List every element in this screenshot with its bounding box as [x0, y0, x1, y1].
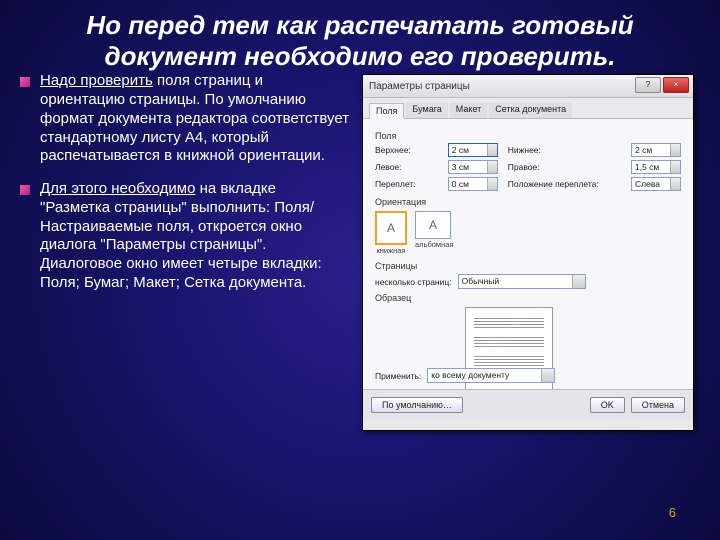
- bullet-text: Для этого необходимо на вкладке "Разметк…: [40, 180, 350, 293]
- default-button[interactable]: По умолчанию…: [371, 397, 463, 413]
- orientation-options: A книжная A альбомная: [375, 211, 681, 255]
- dialog-titlebar[interactable]: Параметры страницы ? ×: [363, 75, 693, 98]
- window-buttons: ? ×: [635, 77, 689, 93]
- apply-row: Применить: ко всему документу: [375, 368, 555, 383]
- orientation-portrait[interactable]: A книжная: [375, 211, 407, 255]
- input-gutter[interactable]: 0 см: [448, 177, 498, 191]
- pages-group-label: Страницы: [375, 261, 681, 271]
- bullet-icon: [20, 185, 30, 195]
- dialog-button-bar: По умолчанию… OK Отмена: [363, 389, 693, 420]
- margins-group-label: Поля: [375, 131, 681, 141]
- content-row: Надо проверить поля страниц и ориентацию…: [0, 72, 720, 306]
- orientation-group-label: Ориентация: [375, 197, 681, 207]
- cancel-button[interactable]: Отмена: [631, 397, 685, 413]
- multiple-pages-combo[interactable]: Обычный: [458, 274, 586, 289]
- margins-grid: Верхнее: 2 см Нижнее: 2 см Левое: 3 см П…: [375, 143, 681, 191]
- bullet-lead: Надо проверить: [40, 72, 153, 89]
- input-left-margin[interactable]: 3 см: [448, 160, 498, 174]
- bullet-item: Надо проверить поля страниц и ориентацию…: [20, 72, 350, 166]
- label-bottom-margin: Нижнее:: [508, 145, 621, 155]
- dialog-panel: Поля Верхнее: 2 см Нижнее: 2 см Левое: 3…: [363, 119, 693, 420]
- multiple-pages-label: несколько страниц:: [375, 277, 452, 287]
- page-number: 6: [669, 505, 676, 520]
- label-gutter-pos: Положение переплета:: [508, 179, 621, 189]
- bullet-lead: Для этого необходимо: [40, 180, 195, 197]
- portrait-label: книжная: [375, 246, 407, 255]
- apply-label: Применить:: [375, 371, 421, 381]
- text-column: Надо проверить поля страниц и ориентацию…: [20, 72, 350, 306]
- orientation-landscape[interactable]: A альбомная: [415, 211, 453, 255]
- input-top-margin[interactable]: 2 см: [448, 143, 498, 157]
- landscape-label: альбомная: [415, 240, 453, 249]
- input-bottom-margin[interactable]: 2 см: [631, 143, 681, 157]
- landscape-icon: A: [415, 211, 451, 239]
- input-gutter-pos[interactable]: Слева: [631, 177, 681, 191]
- close-button[interactable]: ×: [663, 77, 689, 93]
- tab-document-grid[interactable]: Сетка документа: [489, 102, 572, 118]
- bullet-icon: [20, 77, 30, 87]
- apply-combo[interactable]: ко всему документу: [427, 368, 555, 383]
- dialog-tabs: Поля Бумага Макет Сетка документа: [363, 98, 693, 119]
- page-setup-dialog: Параметры страницы ? × Поля Бумага Макет…: [362, 74, 694, 431]
- input-right-margin[interactable]: 1,5 см: [631, 160, 681, 174]
- portrait-icon: A: [375, 211, 407, 245]
- bullet-text: Надо проверить поля страниц и ориентацию…: [40, 72, 350, 166]
- tab-layout[interactable]: Макет: [450, 102, 487, 118]
- slide-title: Но перед тем как распечатать готовый док…: [0, 0, 720, 72]
- bullet-item: Для этого необходимо на вкладке "Разметк…: [20, 180, 350, 293]
- label-left-margin: Левое:: [375, 162, 438, 172]
- help-button[interactable]: ?: [635, 77, 661, 93]
- label-gutter: Переплет:: [375, 179, 438, 189]
- tab-fields[interactable]: Поля: [369, 103, 404, 119]
- tab-paper[interactable]: Бумага: [406, 102, 447, 118]
- preview-group-label: Образец: [375, 293, 681, 303]
- multiple-pages-row: несколько страниц: Обычный: [375, 274, 681, 289]
- dialog-title: Параметры страницы: [369, 81, 470, 92]
- label-top-margin: Верхнее:: [375, 145, 438, 155]
- ok-button[interactable]: OK: [590, 397, 625, 413]
- label-right-margin: Правое:: [508, 162, 621, 172]
- screenshot-column: Параметры страницы ? × Поля Бумага Макет…: [362, 72, 700, 306]
